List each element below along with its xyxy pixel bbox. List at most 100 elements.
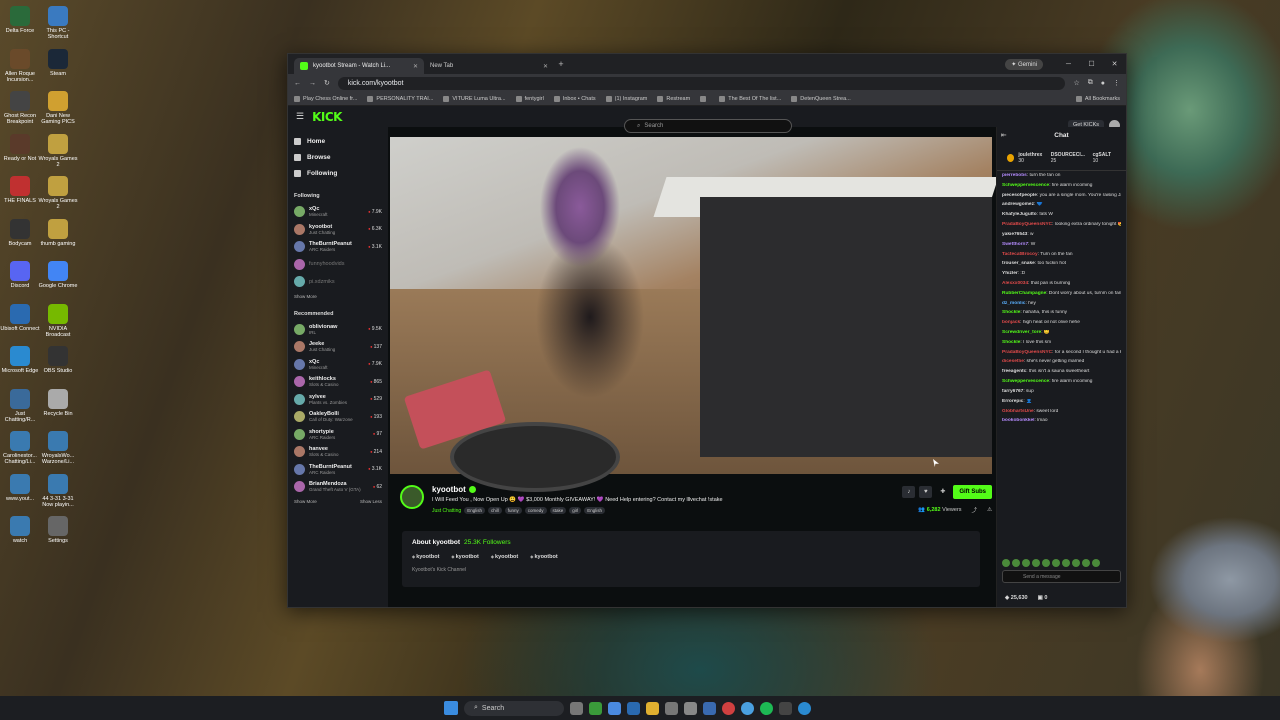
- chat-username[interactable]: TactecatBrocoy: [1002, 252, 1038, 257]
- app-icon[interactable]: [589, 701, 602, 715]
- url-bar[interactable]: kick.com/kyootbot: [337, 76, 1066, 90]
- emote-icon[interactable]: [1032, 559, 1040, 567]
- sidebar-channel[interactable]: kyootbotJust Chatting 6.3K: [294, 221, 382, 239]
- app-icon[interactable]: [722, 701, 735, 715]
- stream-tag[interactable]: stake: [549, 507, 567, 514]
- collapse-chat-icon[interactable]: ⇤: [1001, 127, 1006, 145]
- desktop-icon[interactable]: Just Chatting/R...: [0, 388, 40, 423]
- emote-icon[interactable]: [1022, 559, 1030, 567]
- bookmark-item[interactable]: (1) Instagram: [605, 95, 647, 102]
- chat-username[interactable]: Alexxx0034: [1002, 281, 1028, 286]
- sidebar-channel[interactable]: xQcMinecraft 7.9K: [294, 356, 382, 374]
- file-explorer-icon[interactable]: [646, 701, 659, 715]
- app-icon[interactable]: [608, 701, 621, 715]
- chat-username[interactable]: bonjack: [1002, 320, 1020, 325]
- bookmark-item[interactable]: VITURE Luma Ultra...: [443, 95, 506, 102]
- stream-tag[interactable]: comedy: [524, 507, 547, 514]
- tab-kyootbot[interactable]: kyootbot Stream - Watch Li... ✕: [294, 58, 424, 74]
- taskbar-search[interactable]: ⌕ Search: [464, 700, 564, 716]
- tab-new-tab[interactable]: New Tab ✕: [424, 58, 554, 74]
- emote-icon[interactable]: [1012, 559, 1020, 567]
- desktop-icon[interactable]: Wroyals Games 2: [38, 176, 78, 210]
- report-icon[interactable]: ⚠: [987, 507, 992, 513]
- show-more-link[interactable]: Show More: [294, 294, 317, 299]
- bookmark-item[interactable]: DetenQueen Strea...: [791, 95, 851, 102]
- menu-icon[interactable]: ⋮: [1113, 79, 1120, 87]
- app-icon[interactable]: [779, 701, 792, 715]
- back-icon[interactable]: ←: [294, 80, 301, 87]
- chat-username[interactable]: Shockle: [1002, 340, 1020, 345]
- desktop-icon[interactable]: THE FINALS: [0, 176, 40, 204]
- sidebar-channel[interactable]: oblivionawIRL 9.5K: [294, 321, 382, 339]
- chrome-icon[interactable]: [741, 701, 754, 715]
- bookmark-item[interactable]: Restream: [657, 95, 690, 102]
- sidebar-channel[interactable]: TheBurntPeanutARC Raiders 3.1K: [294, 461, 382, 479]
- close-window-button[interactable]: ✕: [1103, 60, 1126, 68]
- desktop-icon[interactable]: 44 3-31 3-31 Now playin...: [38, 473, 78, 508]
- star-icon[interactable]: ☆: [1073, 79, 1079, 87]
- desktop-icon[interactable]: Microsoft Edge: [0, 346, 40, 374]
- forward-icon[interactable]: →: [309, 80, 316, 87]
- settings-icon[interactable]: [684, 701, 697, 715]
- emote-icon[interactable]: [1072, 559, 1080, 567]
- sidebar-channel[interactable]: funnyhoodvids: [294, 256, 382, 274]
- chat-username[interactable]: trouser_snake: [1002, 261, 1035, 266]
- app-icon[interactable]: [703, 701, 716, 715]
- search-input[interactable]: ⌕ Search: [624, 119, 792, 133]
- social-link[interactable]: kyootbot: [412, 554, 439, 560]
- close-tab-icon[interactable]: ✕: [413, 63, 418, 70]
- new-tab-button[interactable]: +: [554, 59, 568, 69]
- emote-icon[interactable]: [1052, 559, 1060, 567]
- stream-tag[interactable]: chill: [487, 507, 502, 514]
- desktop-icon[interactable]: thumb gaming: [38, 218, 78, 247]
- emote-icon[interactable]: [1002, 559, 1010, 567]
- desktop-icon[interactable]: Google Chrome: [38, 261, 78, 289]
- bookmark-item[interactable]: All Bookmarks: [1075, 95, 1120, 102]
- sidebar-channel[interactable]: xQcMinecraft 7.9K: [294, 203, 382, 221]
- emote-icon[interactable]: [1042, 559, 1050, 567]
- bell-icon[interactable]: ♪: [902, 486, 916, 498]
- show-more-link[interactable]: Show More: [294, 499, 317, 504]
- sidebar-channel[interactable]: hanveeSlots & Casino 214: [294, 443, 382, 461]
- sidebar-channel[interactable]: sylveePlants vs. Zombies 529: [294, 391, 382, 409]
- chat-username[interactable]: dz_monlic: [1002, 301, 1025, 306]
- spotify-icon[interactable]: [760, 701, 773, 715]
- chat-username[interactable]: KhafyleJugulto: [1002, 212, 1037, 217]
- nav-browse[interactable]: Browse: [294, 149, 382, 165]
- desktop-icon[interactable]: Ready or Not: [0, 133, 40, 162]
- chat-username[interactable]: freeagentc: [1002, 369, 1026, 374]
- sidebar-channel[interactable]: shortypieARC Raiders 97: [294, 426, 382, 444]
- desktop-icon[interactable]: This PC - Shortcut: [38, 6, 78, 40]
- chat-username[interactable]: farry6767: [1002, 389, 1023, 394]
- chat-username[interactable]: GlobhartsUne: [1002, 409, 1034, 414]
- desktop-icon[interactable]: Recycle Bin: [38, 388, 78, 417]
- sidebar-channel[interactable]: BrianMendozaGrand Theft Auto V (GTA) 62: [294, 478, 382, 496]
- chat-username[interactable]: yakie76543: [1002, 232, 1027, 237]
- task-view-icon[interactable]: [570, 701, 583, 715]
- desktop-icon[interactable]: Dani New Gaming PICS: [38, 91, 78, 125]
- stream-tag[interactable]: funny: [504, 507, 522, 514]
- desktop-icon[interactable]: Ubisoft Connect: [0, 303, 40, 332]
- bookmark-item[interactable]: Play Chess Online fr...: [294, 95, 357, 102]
- profile-icon[interactable]: ●: [1101, 80, 1105, 87]
- desktop-icon[interactable]: OBS Studio: [38, 346, 78, 374]
- desktop-icon[interactable]: Carolinestor... Chatting/Li...: [0, 431, 40, 465]
- chat-username[interactable]: Errorepic: [1002, 399, 1023, 404]
- minimize-button[interactable]: ─: [1057, 61, 1080, 68]
- extensions-icon[interactable]: ⧉: [1088, 79, 1093, 87]
- nav-following[interactable]: Following: [294, 165, 382, 181]
- chat-username[interactable]: Swetthorn7: [1002, 242, 1028, 247]
- social-link[interactable]: kyootbot: [530, 554, 557, 560]
- emote-icon[interactable]: [1062, 559, 1070, 567]
- chat-username[interactable]: Schweppervescence: [1002, 379, 1049, 384]
- desktop-icon[interactable]: Discord: [0, 261, 40, 289]
- app-icon[interactable]: [627, 701, 640, 715]
- chat-username[interactable]: Shockle: [1002, 310, 1020, 315]
- reload-icon[interactable]: ↻: [324, 79, 330, 87]
- sidebar-channel[interactable]: pi.xdzmiks: [294, 273, 382, 291]
- chat-username[interactable]: RubberChampagne: [1002, 291, 1046, 296]
- desktop-icon[interactable]: Ghost Recon Breakpoint: [0, 91, 40, 125]
- maximize-button[interactable]: ☐: [1080, 60, 1103, 68]
- desktop-icon[interactable]: Delta Force: [0, 6, 40, 34]
- desktop-icon[interactable]: watch: [0, 516, 40, 544]
